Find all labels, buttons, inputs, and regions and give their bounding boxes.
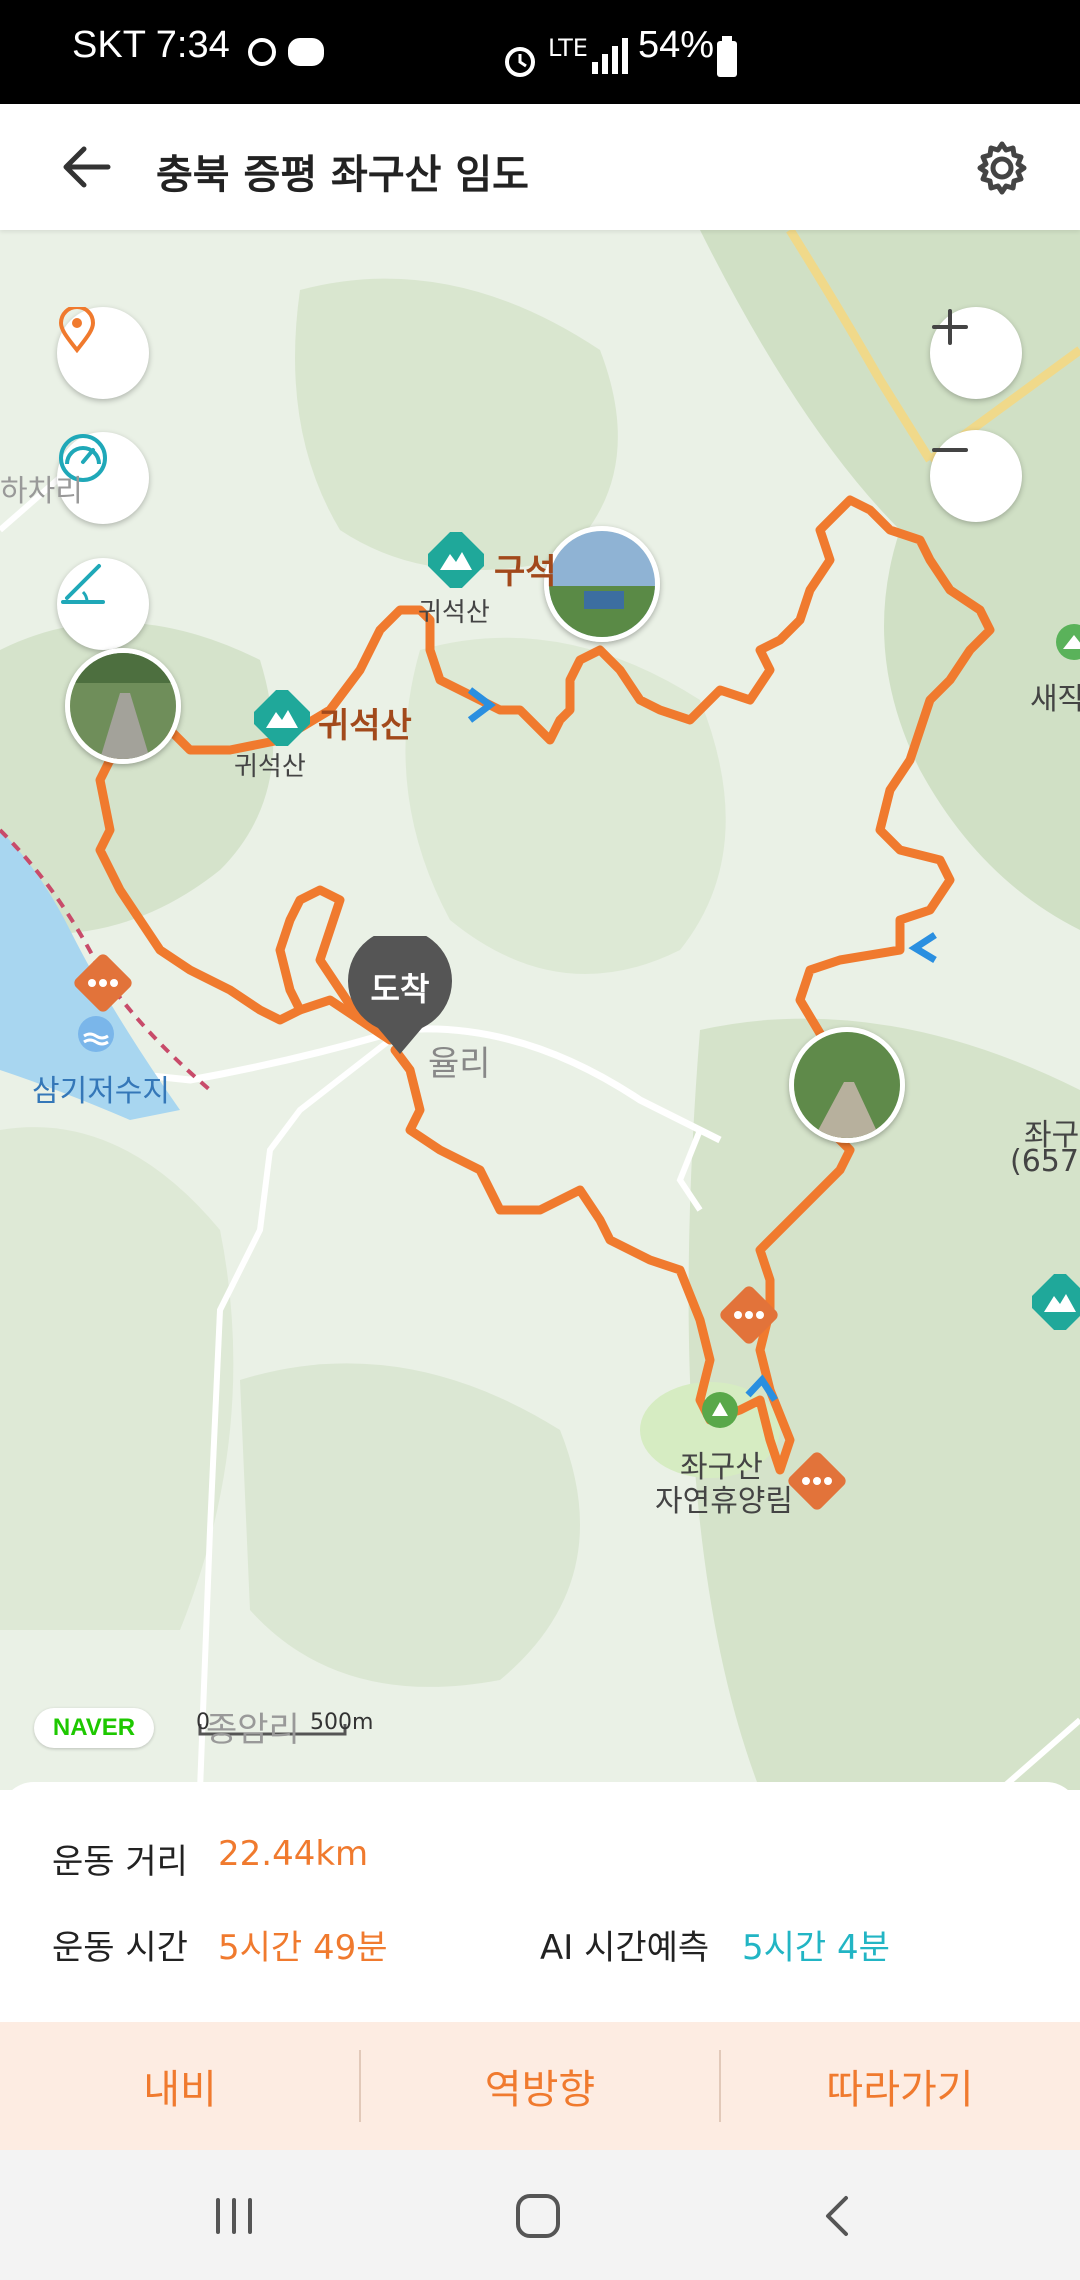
back-arrow-icon[interactable] <box>58 142 114 196</box>
system-nav-bar <box>0 2150 1080 2280</box>
photo-marker[interactable] <box>544 526 660 642</box>
time-label: 운동 시간 <box>52 1928 188 1968</box>
map-label-saejak: 새작 <box>1030 682 1080 717</box>
time-value: 5시간 49분 <box>218 1928 388 1968</box>
slope-button[interactable] <box>57 558 149 650</box>
ai-prediction-label: AI 시간예측 <box>540 1928 710 1968</box>
naver-logo: NAVER <box>34 1708 154 1748</box>
reverse-button[interactable]: 역방향 <box>360 2022 720 2150</box>
photo-marker[interactable] <box>789 1027 905 1143</box>
map-label-jongamri: 종암리 <box>206 1710 300 1750</box>
map-label-gwiseoksan-top: 구석 <box>494 552 557 592</box>
home-icon[interactable] <box>514 2194 562 2242</box>
map-label-jwagu-elevation: (657.7 <box>1010 1144 1080 1179</box>
zoom-out-button[interactable] <box>930 430 1022 522</box>
map-label-gwiseoksan: 귀석산 <box>318 706 412 746</box>
app-header: 충북 증평 좌구산 임도 <box>0 104 1080 230</box>
ai-prediction-value: 5시간 4분 <box>742 1928 890 1968</box>
map-label-forest: 자연휴양림 <box>655 1484 793 1519</box>
map-label-gwiseoksan-small: 귀석산 <box>234 752 306 782</box>
signal-icon <box>590 36 630 80</box>
map-canvas <box>0 230 1080 1790</box>
scale-500m: 500m <box>310 1710 374 1735</box>
battery-percent: 54% <box>638 24 715 66</box>
naver-logo-text: NAVER <box>52 1714 136 1741</box>
location-pin-button[interactable] <box>57 307 149 399</box>
map-label-yulli: 율리 <box>428 1044 491 1084</box>
map-label-samgi-reservoir: 삼기저수지 <box>32 1074 170 1109</box>
map-view[interactable]: 도착 귀석산 귀석산 귀석산 구석 삼기저수지 율리 좌구산 자연휴양림 새작 … <box>0 230 1080 1790</box>
arrival-marker-label: 도착 <box>370 970 430 1008</box>
zoom-in-button[interactable] <box>930 307 1022 399</box>
battery-icon <box>716 36 738 82</box>
photo-marker[interactable] <box>65 648 181 764</box>
distance-value: 22.44km <box>218 1834 369 1874</box>
recent-apps-icon[interactable] <box>212 2196 256 2240</box>
status-bar: SKT 7:34 LTE 54% <box>0 0 1080 104</box>
scale-zero: 0 <box>196 1710 210 1735</box>
map-label-left-edge: 하차리 <box>0 474 83 509</box>
follow-button[interactable]: 따라가기 <box>720 2022 1080 2150</box>
map-label-gwiseoksan-small: 귀석산 <box>418 598 490 628</box>
distance-label: 운동 거리 <box>52 1842 188 1882</box>
settings-gear-icon[interactable] <box>974 140 1030 200</box>
page-title: 충북 증평 좌구산 임도 <box>156 152 529 198</box>
carrier-time: SKT 7:34 <box>72 24 230 66</box>
stats-panel: 운동 거리 22.44km 운동 시간 5시간 49분 AI 시간예측 5시간 … <box>0 1782 1080 2022</box>
back-icon[interactable] <box>822 2194 852 2242</box>
action-bar: 내비 역방향 따라가기 <box>0 2022 1080 2150</box>
notification-icons <box>244 30 330 78</box>
network-type: LTE <box>548 34 588 62</box>
alarm-icon <box>500 40 540 84</box>
navi-button[interactable]: 내비 <box>0 2022 360 2150</box>
